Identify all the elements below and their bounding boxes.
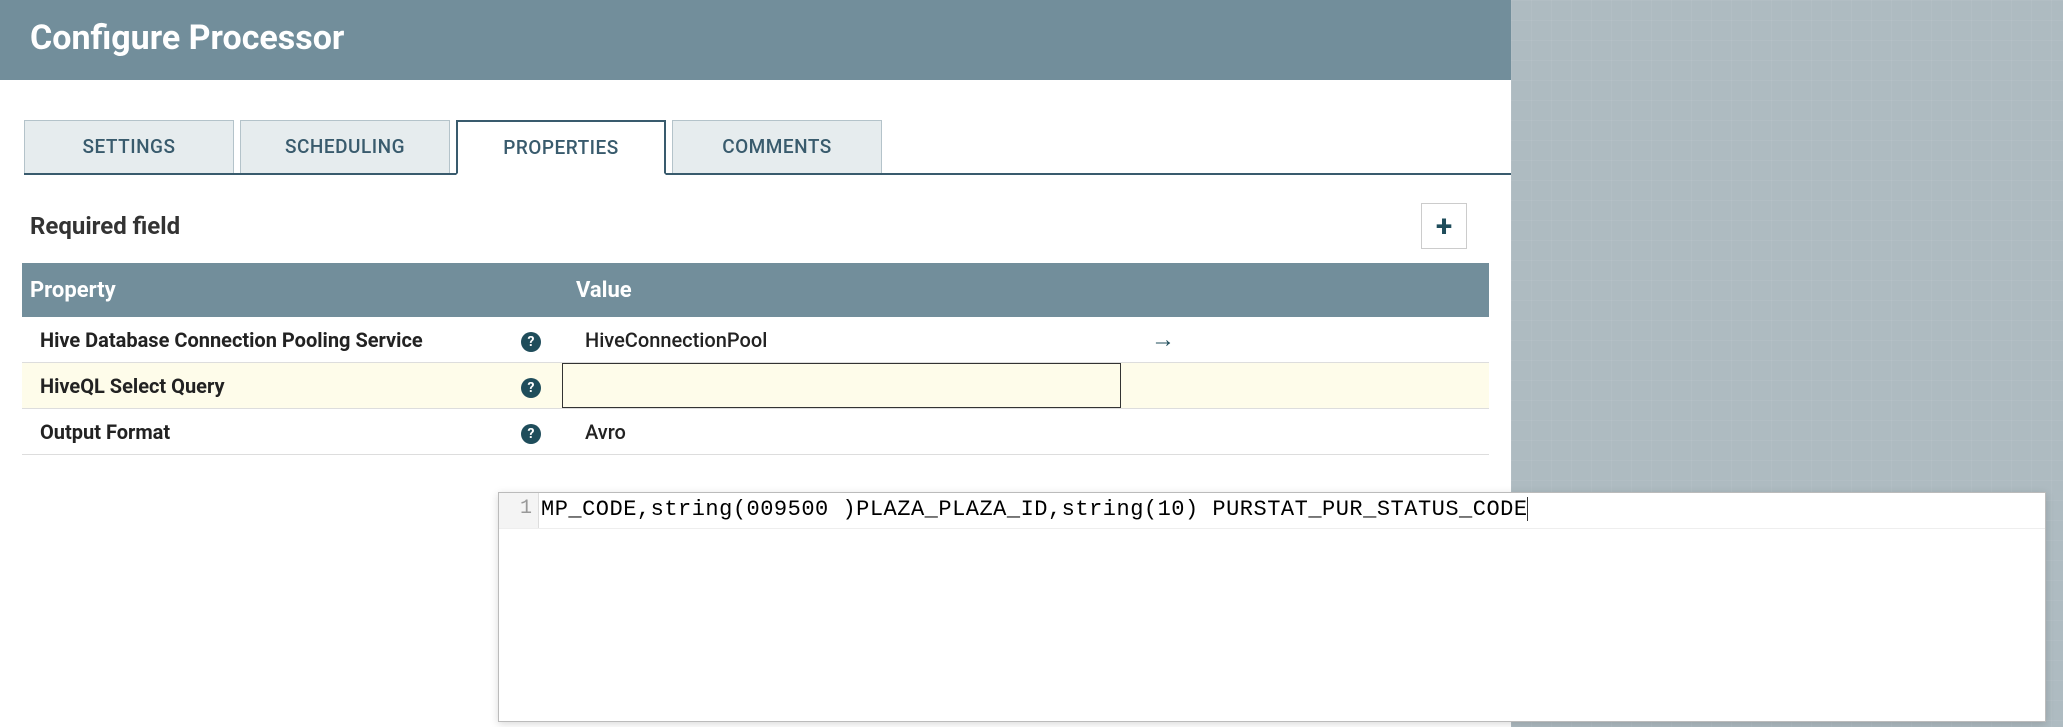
help-icon: ? bbox=[521, 332, 541, 352]
help-cell[interactable]: ? bbox=[500, 373, 562, 398]
dialog-header: Configure Processor bbox=[0, 0, 1511, 80]
text-cursor bbox=[1527, 497, 1528, 521]
properties-table: Property Value Hive Database Connection … bbox=[22, 263, 1489, 455]
arrow-right-icon: → bbox=[1151, 325, 1175, 353]
plus-icon: + bbox=[1436, 209, 1452, 244]
help-icon: ? bbox=[521, 378, 541, 398]
dialog-title: Configure Processor bbox=[30, 18, 344, 58]
property-name: Output Format bbox=[22, 420, 500, 444]
property-value[interactable]: HiveConnectionPool bbox=[562, 328, 1121, 352]
property-value-editing[interactable] bbox=[562, 363, 1121, 408]
property-name: Hive Database Connection Pooling Service bbox=[22, 328, 500, 352]
add-property-button[interactable]: + bbox=[1421, 203, 1467, 249]
required-field-label: Required field bbox=[30, 212, 180, 240]
property-name: HiveQL Select Query bbox=[22, 374, 500, 398]
tab-bar: SETTINGS SCHEDULING PROPERTIES COMMENTS bbox=[24, 120, 1511, 175]
table-row[interactable]: HiveQL Select Query ? bbox=[22, 363, 1489, 409]
code-editor-popup[interactable]: 1 MP_CODE,string(009500 )PLAZA_PLAZA_ID,… bbox=[498, 492, 2046, 722]
table-row[interactable]: Hive Database Connection Pooling Service… bbox=[22, 317, 1489, 363]
tab-scheduling[interactable]: SCHEDULING bbox=[240, 120, 450, 173]
help-icon: ? bbox=[521, 424, 541, 444]
line-number: 1 bbox=[499, 493, 539, 528]
tab-properties[interactable]: PROPERTIES bbox=[456, 120, 666, 175]
table-header: Property Value bbox=[22, 263, 1489, 317]
header-property: Property bbox=[22, 278, 562, 303]
tab-settings[interactable]: SETTINGS bbox=[24, 120, 234, 173]
tab-comments[interactable]: COMMENTS bbox=[672, 120, 882, 173]
help-cell[interactable]: ? bbox=[500, 419, 562, 444]
header-value: Value bbox=[562, 278, 1489, 303]
property-value[interactable]: Avro bbox=[562, 420, 1121, 444]
help-cell[interactable]: ? bbox=[500, 327, 562, 352]
code-input[interactable]: MP_CODE,string(009500 )PLAZA_PLAZA_ID,st… bbox=[539, 493, 1532, 528]
goto-service[interactable]: → bbox=[1121, 325, 1489, 354]
table-row[interactable]: Output Format ? Avro bbox=[22, 409, 1489, 455]
